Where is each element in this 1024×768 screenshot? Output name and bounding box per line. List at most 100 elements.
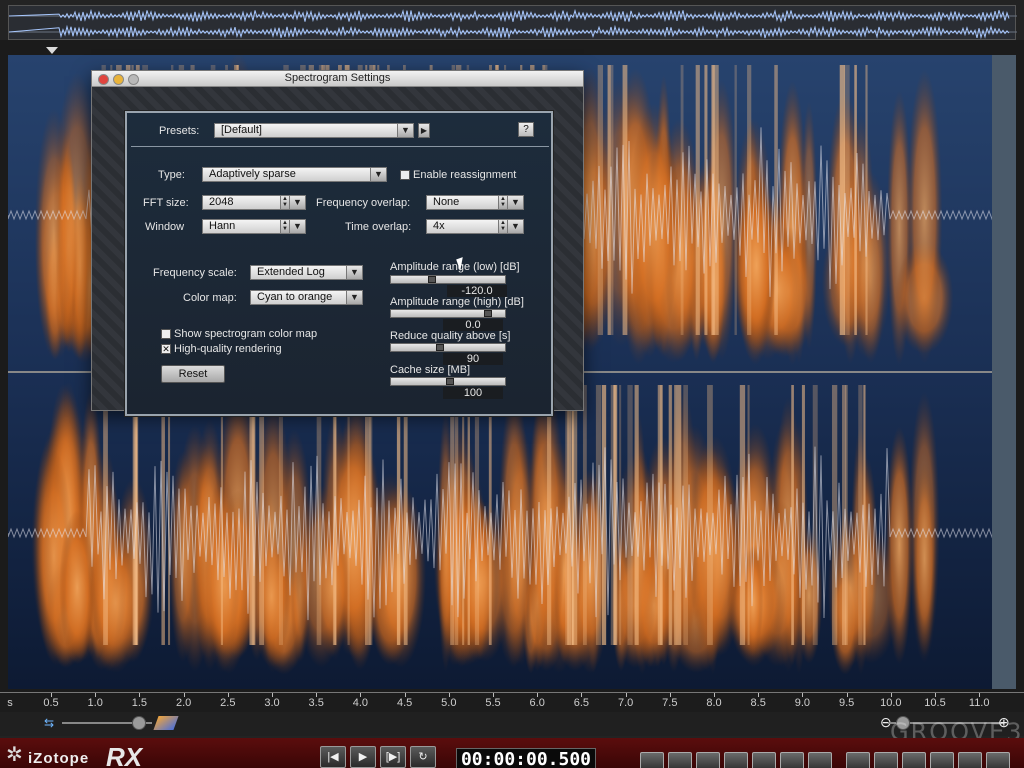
app-window: s 0.5 1.0 1.5 2.0 2.5 3.0 3.5 4.0 4.5 5.0 5.5 6.0 6.… — [0, 0, 1024, 768]
horizontal-zoom-thumb[interactable] — [132, 716, 146, 730]
tool-button-5[interactable] — [752, 752, 776, 768]
stepper-icon: ▲ ▼ — [498, 220, 507, 233]
ruler-tick-label: 0.5 — [43, 697, 59, 709]
chevron-down-icon: ▼ — [289, 220, 305, 233]
ruler-tick-label: 5.0 — [441, 697, 457, 709]
dialog-body: Presets: [Default] ▼ ▶ ? Type: Adaptivel… — [92, 87, 583, 416]
cache-size-label: Cache size [MB] — [390, 364, 471, 376]
ruler-tick-label: 7.5 — [662, 697, 678, 709]
tool-button-7[interactable] — [808, 752, 832, 768]
loop-button[interactable]: ↻ — [410, 746, 436, 768]
color-map-dropdown[interactable]: Cyan to orange ▼ — [250, 290, 363, 305]
window-label: Window — [145, 221, 185, 233]
time-ruler[interactable]: s 0.5 1.0 1.5 2.0 2.5 3.0 3.5 4.0 4.5 5.0 5.5 6.0 6.… — [0, 692, 1024, 712]
ruler-tick-label: 10.5 — [924, 697, 946, 709]
hq-rendering-label: High-quality rendering — [174, 343, 282, 355]
playhead-marker[interactable] — [46, 47, 58, 54]
presets-label: Presets: — [159, 125, 200, 137]
amp-low-label: Amplitude range (low) [dB] — [390, 261, 520, 273]
ruler-tick-label: 1.0 — [87, 697, 103, 709]
overview-waveform[interactable] — [8, 5, 1017, 40]
window-value: Hann — [209, 220, 236, 232]
show-color-map-checkbox[interactable] — [161, 329, 171, 339]
tool-button-1[interactable] — [640, 752, 664, 768]
enable-reassignment-checkbox[interactable] — [400, 170, 410, 180]
fft-size-label: FFT size: — [143, 197, 189, 209]
slider-thumb[interactable] — [428, 276, 436, 283]
help-button[interactable]: ? — [518, 122, 534, 137]
tool-button-13[interactable] — [986, 752, 1010, 768]
amp-high-slider[interactable] — [390, 309, 506, 318]
play-selection-button[interactable]: [▶] — [380, 746, 406, 768]
stepper-icon: ▲ ▼ — [498, 196, 507, 209]
izotope-logo-icon: ✲ — [6, 744, 23, 766]
ruler-tick-label: 8.0 — [706, 697, 722, 709]
preset-next-button[interactable]: ▶ — [418, 123, 430, 138]
ruler-tick-label: 9.0 — [794, 697, 811, 709]
tool-button-10[interactable] — [902, 752, 926, 768]
time-overlap-value: 4x — [433, 220, 445, 232]
go-to-start-button[interactable]: |◀ — [320, 746, 346, 768]
ruler-unit-label: s — [7, 697, 13, 709]
ruler-tick-label: 1.5 — [131, 697, 148, 709]
reset-button[interactable]: Reset — [161, 365, 225, 383]
amp-low-slider[interactable] — [390, 275, 506, 284]
ruler-tick-label: 5.5 — [485, 697, 501, 709]
reduce-quality-label: Reduce quality above [s] — [390, 330, 511, 342]
enable-reassignment-label: Enable reassignment — [413, 169, 517, 181]
slider-thumb[interactable] — [484, 310, 492, 317]
ruler-tick-label: 3.5 — [308, 697, 324, 709]
tool-button-2[interactable] — [668, 752, 692, 768]
chevron-down-icon: ▼ — [370, 168, 386, 181]
presets-value: [Default] — [221, 124, 262, 136]
chevron-down-icon: ▼ — [507, 196, 523, 209]
ruler-tick-label: 7.0 — [617, 697, 634, 709]
presets-dropdown[interactable]: [Default] ▼ — [214, 123, 414, 138]
tool-button-12[interactable] — [958, 752, 982, 768]
time-overlap-label: Time overlap: — [345, 221, 412, 233]
chevron-down-icon: ▼ — [346, 266, 362, 279]
frequency-overlap-label: Frequency overlap: — [316, 197, 411, 209]
window-dropdown[interactable]: Hann ▲ ▼ ▼ — [202, 219, 306, 234]
cache-size-slider[interactable] — [390, 377, 506, 386]
tool-button-11[interactable] — [930, 752, 954, 768]
fft-size-value: 2048 — [209, 196, 234, 208]
stepper-icon: ▲ ▼ — [280, 220, 289, 233]
cache-size-value: 100 — [443, 387, 503, 399]
frequency-overlap-dropdown[interactable]: None ▲ ▼ ▼ — [426, 195, 524, 210]
show-color-map-label: Show spectrogram color map — [174, 328, 318, 340]
ruler-tick-label: 9.5 — [838, 697, 855, 709]
tool-button-6[interactable] — [780, 752, 804, 768]
spectrogram-settings-dialog: Spectrogram Settings Presets: [Default] … — [91, 70, 584, 416]
horizontal-zoom-icon[interactable]: ⇆ — [40, 715, 58, 731]
ruler-tick-label: 4.5 — [396, 697, 413, 709]
color-picker-icon[interactable] — [153, 716, 179, 730]
ruler-tick-label: 4.0 — [352, 697, 369, 709]
tool-button-8[interactable] — [846, 752, 870, 768]
tool-button-9[interactable] — [874, 752, 898, 768]
tool-button-3[interactable] — [696, 752, 720, 768]
dialog-titlebar[interactable]: Spectrogram Settings — [92, 71, 583, 87]
ruler-tick-label: 2.5 — [220, 697, 236, 709]
chevron-down-icon: ▼ — [346, 291, 362, 304]
ruler-tick-label: 11.0 — [968, 697, 990, 709]
type-value: Adaptively sparse — [209, 168, 296, 180]
color-map-label: Color map: — [183, 292, 237, 304]
hq-rendering-checkbox[interactable]: ✕ — [161, 344, 171, 354]
slider-thumb[interactable] — [436, 344, 444, 351]
time-overlap-dropdown[interactable]: 4x ▲ ▼ ▼ — [426, 219, 524, 234]
ruler-tick-label: 6.5 — [573, 697, 590, 709]
ruler-tick-label: 2.0 — [175, 697, 192, 709]
type-dropdown[interactable]: Adaptively sparse ▼ — [202, 167, 387, 182]
slider-thumb[interactable] — [446, 378, 454, 385]
frequency-scale-dropdown[interactable]: Extended Log ▼ — [250, 265, 363, 280]
frequency-scale-value: Extended Log — [257, 266, 325, 278]
reduce-quality-slider[interactable] — [390, 343, 506, 352]
dialog-title: Spectrogram Settings — [284, 72, 391, 84]
frequency-overlap-value: None — [433, 196, 460, 208]
frequency-scale-label: Frequency scale: — [153, 267, 237, 279]
tool-button-4[interactable] — [724, 752, 748, 768]
fft-size-dropdown[interactable]: 2048 ▲ ▼ ▼ — [202, 195, 306, 210]
type-label: Type: — [158, 169, 185, 181]
play-button[interactable]: ▶ — [350, 746, 376, 768]
